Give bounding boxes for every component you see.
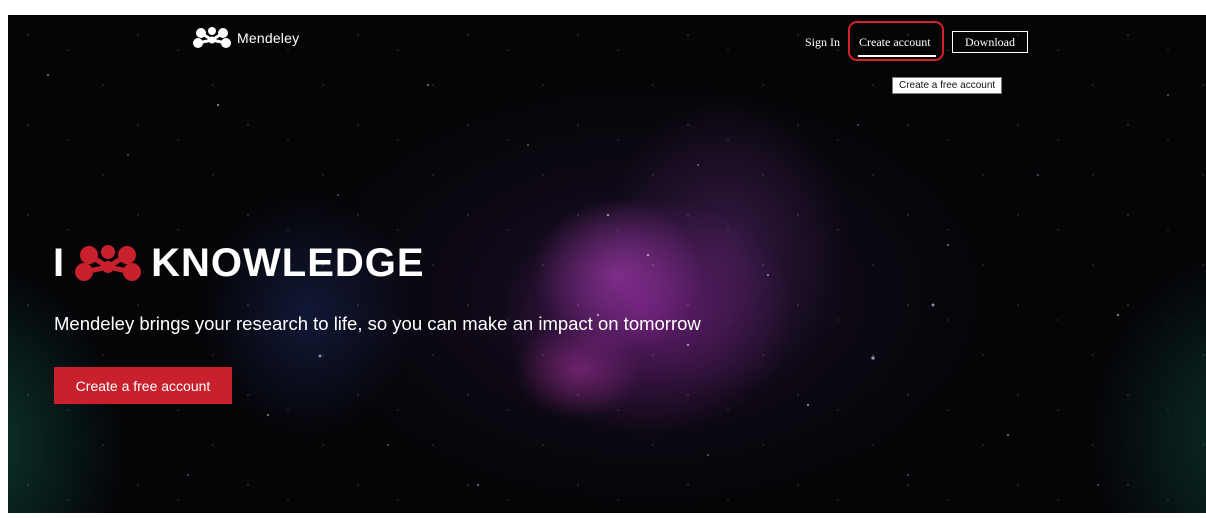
download-button[interactable]: Download [952, 31, 1028, 53]
create-account-underline [858, 55, 936, 57]
mendeley-logo-icon [193, 27, 231, 48]
create-account-tooltip: Create a free account [892, 77, 1003, 94]
mendeley-heart-logo-icon [75, 245, 142, 281]
create-free-account-button[interactable]: Create a free account [54, 367, 232, 404]
hero-title-word: KNOWLEDGE [151, 241, 425, 285]
brand-name: Mendeley [237, 30, 300, 46]
sign-in-link[interactable]: Sign In [805, 35, 840, 50]
top-navigation: Mendeley Sign In Create account Download… [8, 15, 1206, 94]
hero-title-prefix: I [53, 241, 66, 285]
hero-subtitle: Mendeley brings your research to life, s… [54, 313, 701, 334]
brand-logo-link[interactable]: Mendeley [193, 27, 299, 49]
create-account-link[interactable]: Create account [859, 35, 931, 50]
hero-title: I KNOWLEDGE [53, 243, 425, 283]
page-viewport: Mendeley Sign In Create account Download… [8, 15, 1206, 513]
